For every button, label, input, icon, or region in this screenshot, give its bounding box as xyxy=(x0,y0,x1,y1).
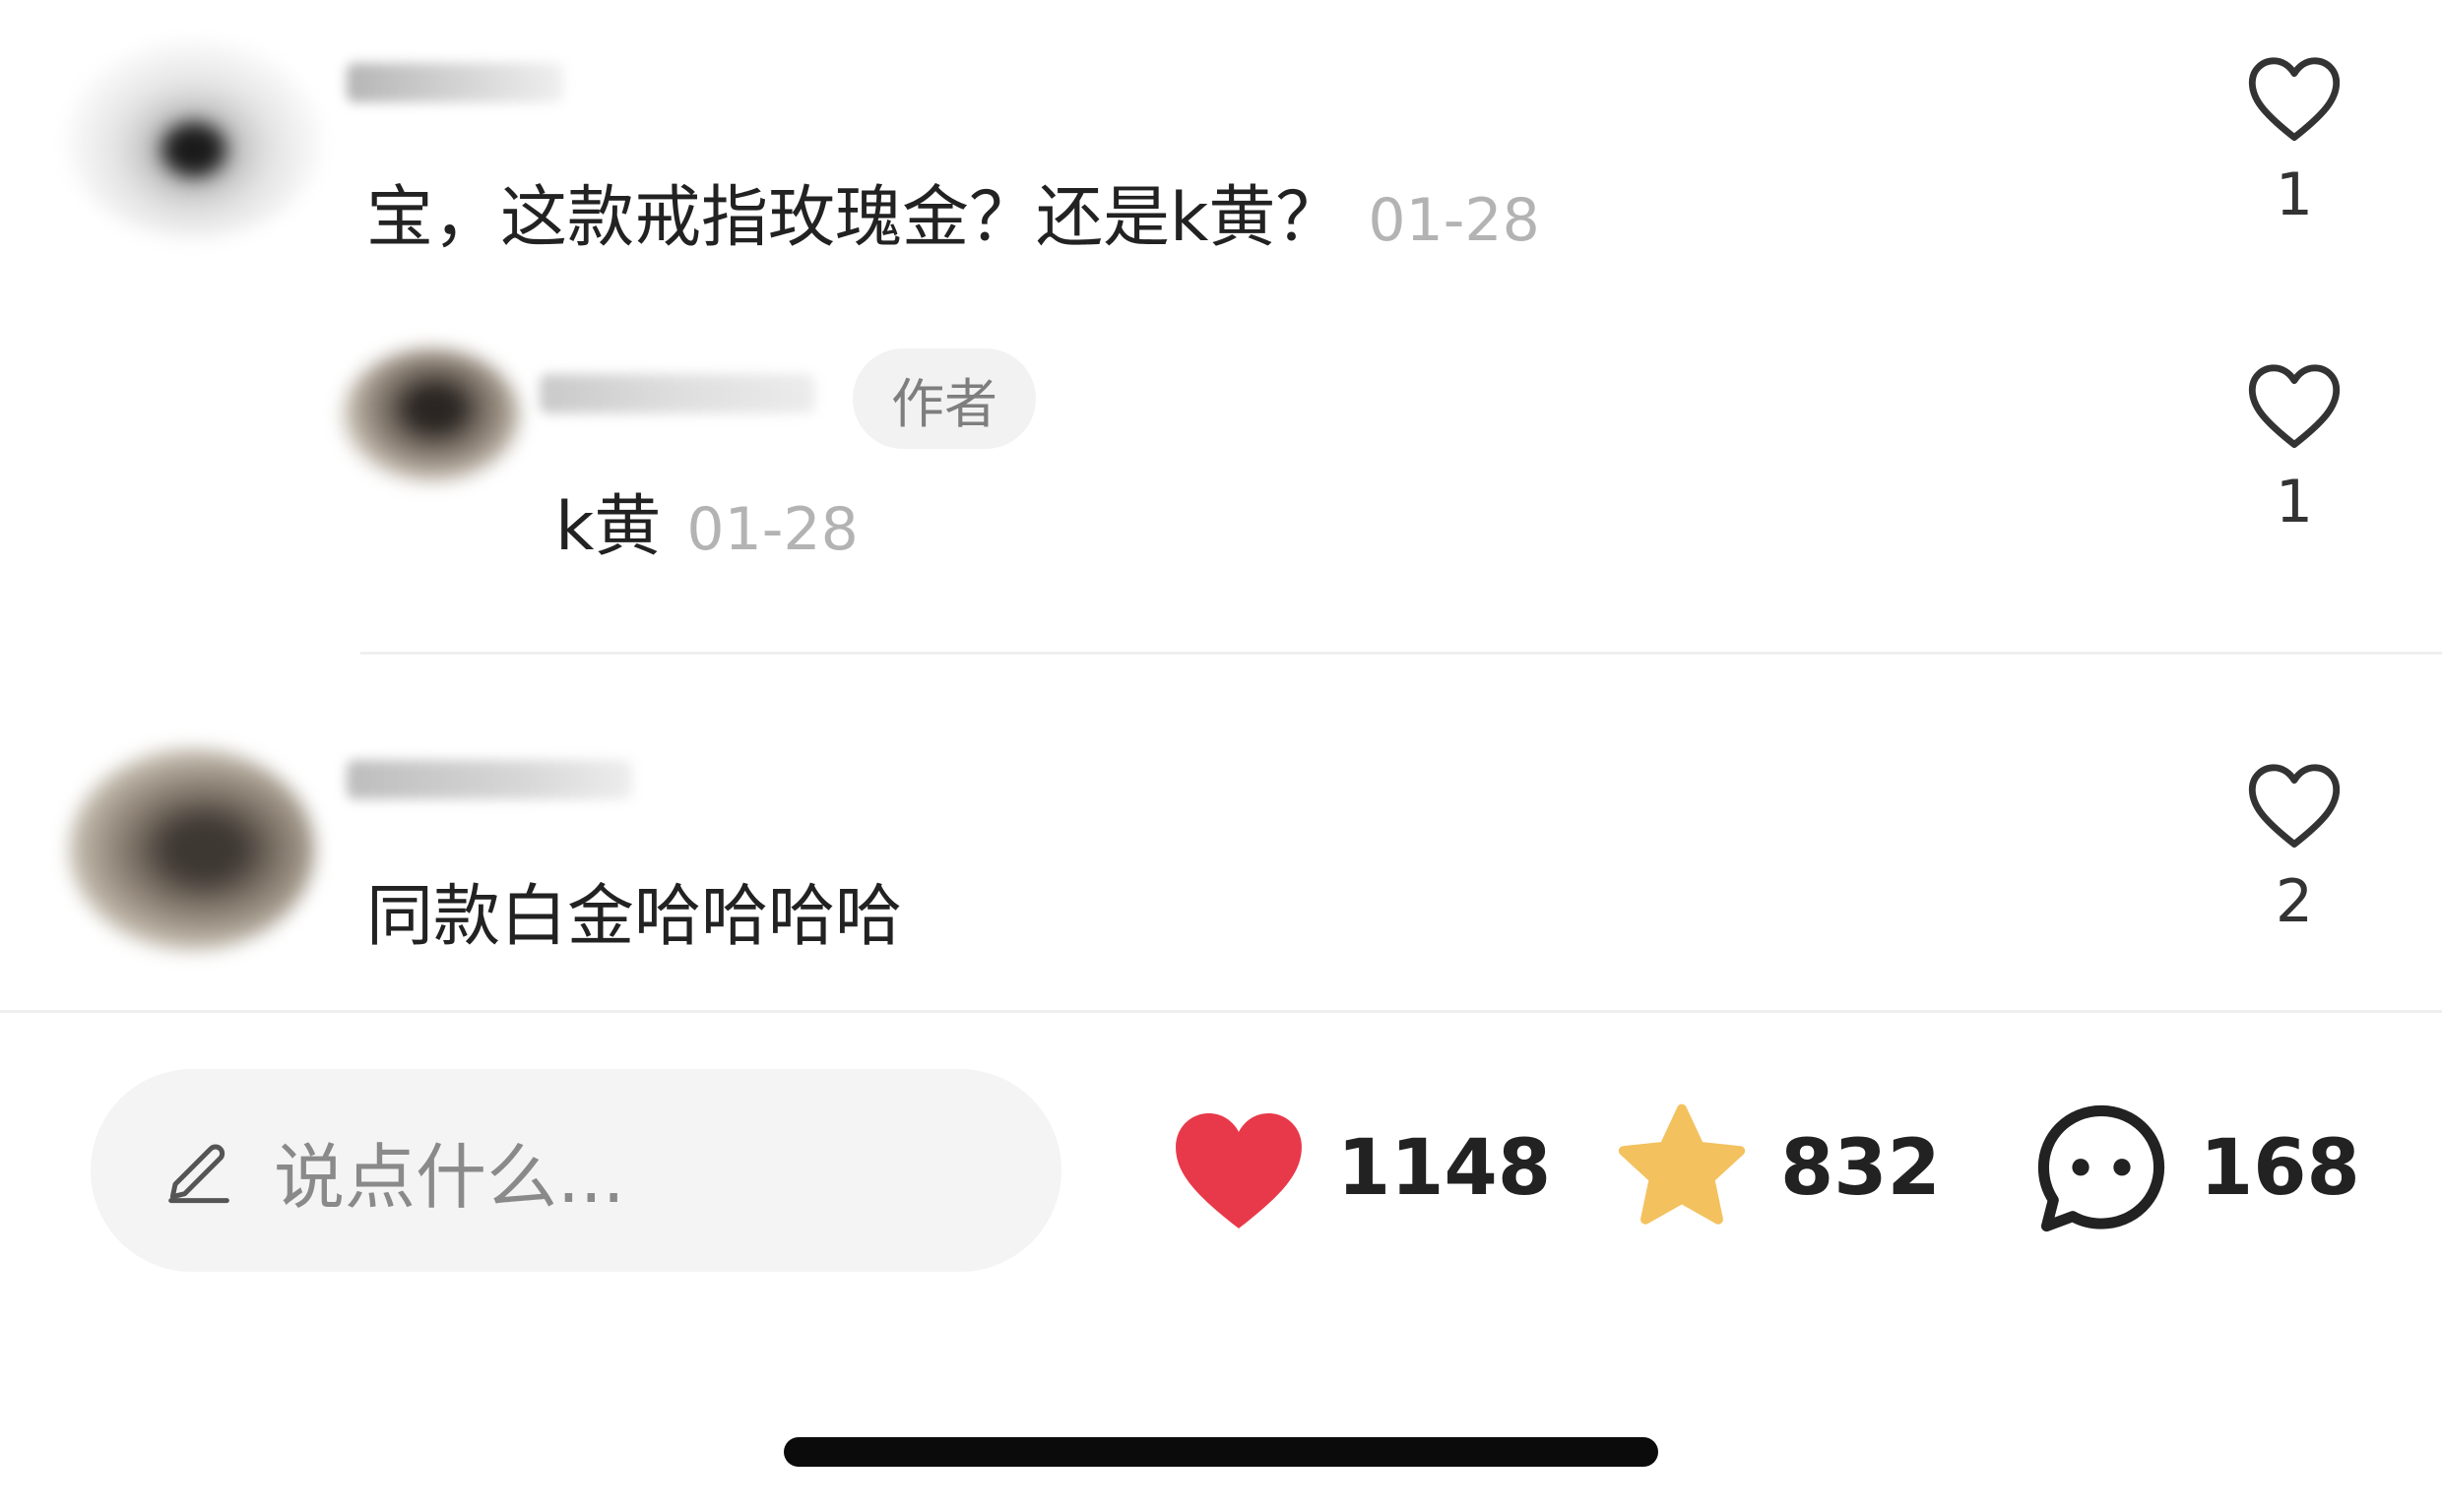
username-blurred[interactable] xyxy=(347,63,563,102)
avatar[interactable] xyxy=(67,41,321,238)
favorite-button[interactable]: 832 xyxy=(1609,1095,1941,1242)
username-blurred[interactable] xyxy=(347,760,632,799)
pencil-icon xyxy=(168,1144,229,1204)
heart-outline-icon xyxy=(2248,57,2341,142)
avatar[interactable] xyxy=(69,748,315,951)
comment-input[interactable]: 说点什么... xyxy=(91,1069,1061,1272)
input-placeholder: 说点什么... xyxy=(274,1135,625,1219)
divider xyxy=(0,1010,2442,1013)
like-button[interactable]: 1148 xyxy=(1166,1095,1551,1242)
comment-date: 01-28 xyxy=(1368,186,1540,255)
username-blurred[interactable] xyxy=(540,374,815,413)
heart-filled-icon xyxy=(1176,1112,1302,1228)
author-badge: 作者 xyxy=(853,348,1036,449)
comment-text[interactable]: 同款白金哈哈哈哈 xyxy=(366,884,902,951)
home-indicator[interactable] xyxy=(784,1437,1658,1467)
reply-body: k黄 xyxy=(555,488,662,566)
heart-outline-icon xyxy=(2248,364,2341,449)
comment-count: 168 xyxy=(2200,1124,2360,1213)
avatar[interactable] xyxy=(343,348,520,482)
like-count: 1148 xyxy=(1337,1124,1552,1213)
comment-like-button[interactable]: 1 xyxy=(2235,51,2353,224)
divider xyxy=(360,652,2442,655)
reply-text[interactable]: k黄 01-28 xyxy=(555,494,859,561)
like-count: 1 xyxy=(2275,468,2314,536)
comment-button[interactable]: 168 xyxy=(2028,1095,2360,1242)
favorite-count: 832 xyxy=(1780,1124,1941,1213)
comment-like-button[interactable]: 2 xyxy=(2235,758,2353,931)
comment-body: 同款白金哈哈哈哈 xyxy=(366,878,903,956)
comments-screen: 宝，这款戒指玫瑰金？还是k黄？ 01-28 1 作者 k黄 01-28 1 同款白金… xyxy=(0,0,2442,1512)
heart-outline-icon xyxy=(2248,764,2341,849)
reply-like-button[interactable]: 1 xyxy=(2235,358,2353,532)
comment-bubble-icon xyxy=(2037,1104,2165,1232)
comment-text[interactable]: 宝，这款戒指玫瑰金？还是k黄？ 01-28 xyxy=(366,185,1540,252)
comment-body: 宝，这款戒指玫瑰金？还是k黄？ xyxy=(366,179,1343,257)
star-filled-icon xyxy=(1618,1103,1746,1225)
reply-date: 01-28 xyxy=(686,495,859,564)
like-count: 2 xyxy=(2275,867,2314,936)
like-count: 1 xyxy=(2275,160,2314,229)
